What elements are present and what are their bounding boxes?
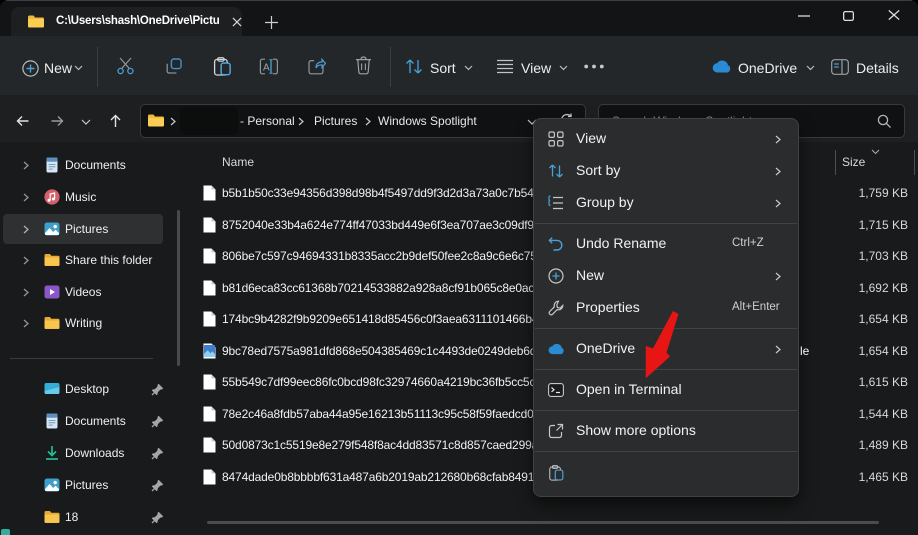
svg-text:A: A — [263, 63, 270, 74]
